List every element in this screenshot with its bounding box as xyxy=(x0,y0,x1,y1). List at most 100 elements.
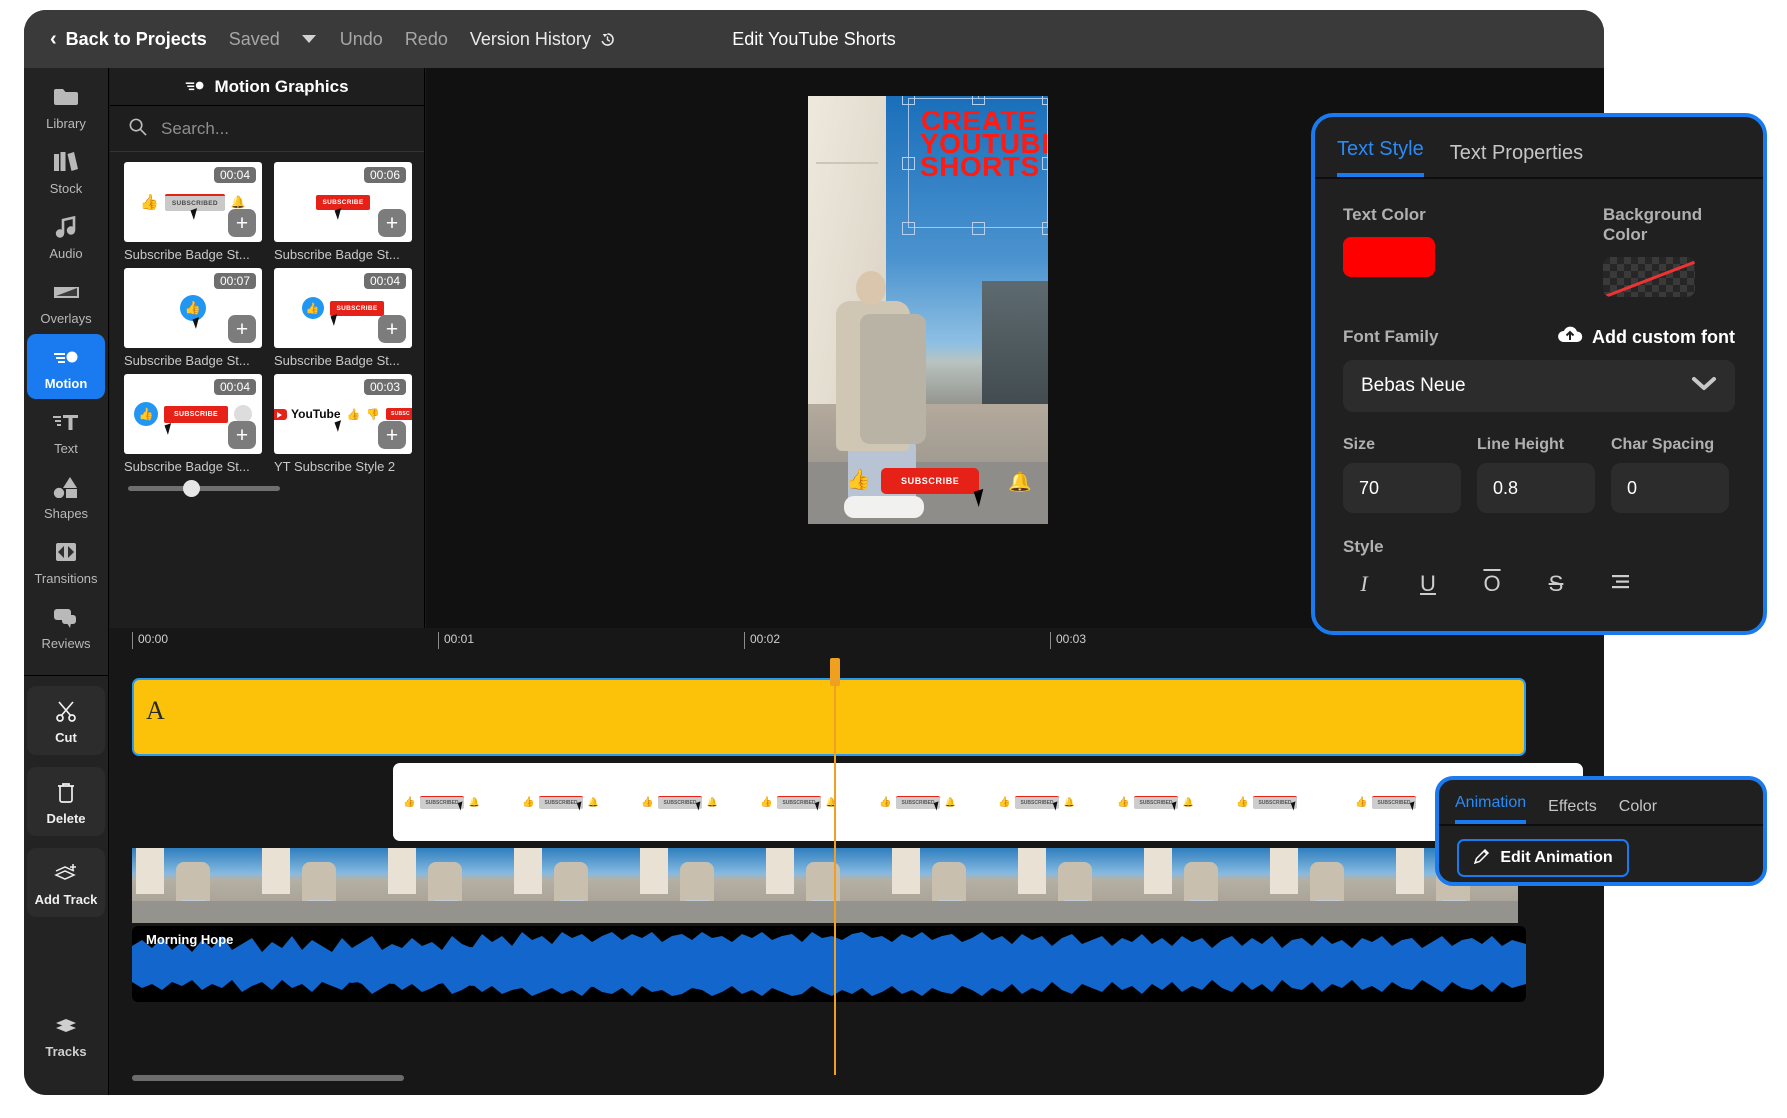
history-icon xyxy=(598,30,617,49)
asset-thumbnail[interactable]: 00:04 👍 SUBSCRIBE + xyxy=(124,374,262,454)
sidebar-item-transitions[interactable]: Transitions xyxy=(27,529,105,594)
preview-person-bag xyxy=(860,314,926,444)
asset-card[interactable]: 00:03 YouTube 👍 👎 SUBSC + YT Subscribe S… xyxy=(274,374,412,474)
redo-button[interactable]: Redo xyxy=(405,29,448,50)
italic-button[interactable]: I xyxy=(1351,571,1377,597)
style-label: Style xyxy=(1343,537,1735,557)
text-clip[interactable]: A xyxy=(132,678,1526,756)
add-track-button[interactable]: Add Track xyxy=(27,848,105,917)
resize-handle-bl[interactable] xyxy=(902,222,915,235)
asset-thumbnail[interactable]: 00:03 YouTube 👍 👎 SUBSC + xyxy=(274,374,412,454)
motion-graphics-clip[interactable]: 👍SUBSCRIBED🔔 👍SUBSCRIBED🔔 👍SUBSCRIBED🔔 👍… xyxy=(393,763,1583,841)
transitions-icon xyxy=(52,539,80,565)
overline-button[interactable]: O xyxy=(1479,571,1505,597)
audio-track-clip[interactable]: Morning Hope xyxy=(132,926,1526,1002)
tab-color[interactable]: Color xyxy=(1619,798,1657,824)
sidebar-item-audio[interactable]: Audio xyxy=(27,204,105,269)
rail-tracks-group: Tracks xyxy=(24,1002,108,1067)
add-asset-button[interactable]: + xyxy=(228,315,256,343)
asset-label: Subscribe Badge St... xyxy=(124,459,262,474)
resize-handle-mr[interactable] xyxy=(1042,157,1048,170)
sidebar-item-label: Shapes xyxy=(44,506,88,521)
resize-handle-tr[interactable] xyxy=(1042,96,1048,105)
add-asset-button[interactable]: + xyxy=(228,421,256,449)
text-style-panel: Text Style Text Properties Text Color Ba… xyxy=(1311,113,1767,635)
text-color-swatch[interactable] xyxy=(1343,237,1435,277)
audio-clip-label: Morning Hope xyxy=(146,932,233,947)
tool-label: Delete xyxy=(46,811,85,826)
horizontal-scrollbar[interactable] xyxy=(132,1075,404,1081)
asset-thumbnail[interactable]: 00:06 SUBSCRIBE + xyxy=(274,162,412,242)
search-input[interactable] xyxy=(161,119,391,139)
cut-button[interactable]: Cut xyxy=(27,686,105,755)
asset-thumbnail[interactable]: 00:07 👍 + xyxy=(124,268,262,348)
add-asset-button[interactable]: + xyxy=(228,209,256,237)
text-metrics-row: Size 70 Line Height 0.8 Char Spacing 0 xyxy=(1343,436,1735,513)
background-color-swatch[interactable] xyxy=(1603,257,1695,297)
sidebar-item-reviews[interactable]: Reviews xyxy=(27,594,105,659)
resize-handle-br[interactable] xyxy=(1042,222,1048,235)
asset-card[interactable]: 00:07 👍 + Subscribe Badge St... xyxy=(124,268,262,368)
cloud-upload-icon xyxy=(1557,325,1583,349)
sidebar-item-motion[interactable]: Motion xyxy=(27,334,105,399)
strikethrough-button[interactable]: S xyxy=(1543,571,1569,597)
align-button[interactable] xyxy=(1607,571,1633,597)
thumbnail-size-slider[interactable] xyxy=(128,486,280,491)
sidebar-item-library[interactable]: Library xyxy=(27,74,105,139)
version-history-button[interactable]: Version History xyxy=(470,29,617,50)
sidebar-item-shapes[interactable]: Shapes xyxy=(27,464,105,529)
resize-handle-bc[interactable] xyxy=(972,222,985,235)
clip-frame: 👍SUBSCRIBED🔔 xyxy=(512,795,631,810)
resize-handle-tc[interactable] xyxy=(972,96,985,105)
font-family-row: Font Family Add custom font xyxy=(1343,325,1735,349)
underline-button[interactable]: U xyxy=(1415,571,1441,597)
playhead-handle[interactable] xyxy=(830,658,840,686)
style-section: Style I U O S xyxy=(1343,537,1735,597)
resize-handle-ml[interactable] xyxy=(902,157,915,170)
tab-text-properties[interactable]: Text Properties xyxy=(1450,142,1583,177)
text-icon xyxy=(52,409,80,435)
asset-card[interactable]: 00:04 👍 SUBSCRIBE + Subscribe Badge St..… xyxy=(274,268,412,368)
video-preview[interactable]: CREATE YOUTUBE SHORTS 👍 SUBSCRIBE 🔔 xyxy=(808,96,1048,524)
video-thumbnail xyxy=(1266,848,1392,923)
add-asset-button[interactable]: + xyxy=(378,315,406,343)
delete-button[interactable]: Delete xyxy=(27,767,105,836)
add-track-icon xyxy=(52,860,80,886)
chevron-down-icon[interactable] xyxy=(302,35,316,43)
asset-thumbnail[interactable]: 00:04 👍 SUBSCRIBE + xyxy=(274,268,412,348)
video-track-clip[interactable] xyxy=(132,848,1526,923)
char-spacing-input[interactable]: 0 xyxy=(1611,463,1729,513)
font-family-select[interactable]: Bebas Neue xyxy=(1343,360,1735,412)
resize-handle-tl[interactable] xyxy=(902,96,915,105)
thumbnail-size-slider-row xyxy=(110,474,424,491)
undo-button[interactable]: Undo xyxy=(340,29,383,50)
asset-label: YT Subscribe Style 2 xyxy=(274,459,412,474)
text-selection-box[interactable] xyxy=(908,98,1048,228)
preview-subscribe-badge: SUBSCRIBE xyxy=(881,468,979,494)
add-asset-button[interactable]: + xyxy=(378,209,406,237)
font-family-value: Bebas Neue xyxy=(1361,375,1466,397)
size-field-group: Size 70 xyxy=(1343,436,1461,513)
sidebar-item-overlays[interactable]: Overlays xyxy=(27,269,105,334)
line-height-input[interactable]: 0.8 xyxy=(1477,463,1595,513)
preview-person-shoes xyxy=(844,496,924,518)
add-asset-button[interactable]: + xyxy=(378,421,406,449)
tracks-button[interactable]: Tracks xyxy=(27,1002,105,1067)
tab-effects[interactable]: Effects xyxy=(1548,798,1597,824)
asset-card[interactable]: 00:04 👍 SUBSCRIBE + Subscribe Badge St..… xyxy=(124,374,262,474)
add-custom-font-button[interactable]: Add custom font xyxy=(1557,325,1735,349)
sidebar-item-text[interactable]: Text xyxy=(27,399,105,464)
asset-card[interactable]: 00:04 👍 SUBSCRIBED 🔔 + Subscribe Badge S… xyxy=(124,162,262,262)
edit-animation-button[interactable]: Edit Animation xyxy=(1457,839,1629,877)
tab-text-style[interactable]: Text Style xyxy=(1337,138,1424,177)
left-rail: Library Stock xyxy=(24,68,109,1095)
sidebar-item-stock[interactable]: Stock xyxy=(27,139,105,204)
overlay-icon xyxy=(52,279,80,305)
playhead[interactable] xyxy=(834,658,836,1075)
asset-card[interactable]: 00:06 SUBSCRIBE + Subscribe Badge St... xyxy=(274,162,412,262)
asset-thumbnail[interactable]: 00:04 👍 SUBSCRIBED 🔔 + xyxy=(124,162,262,242)
back-to-projects-button[interactable]: ‹ Back to Projects xyxy=(50,29,207,50)
size-input[interactable]: 70 xyxy=(1343,463,1461,513)
slider-knob[interactable] xyxy=(183,480,200,497)
tab-animation[interactable]: Animation xyxy=(1455,794,1526,824)
